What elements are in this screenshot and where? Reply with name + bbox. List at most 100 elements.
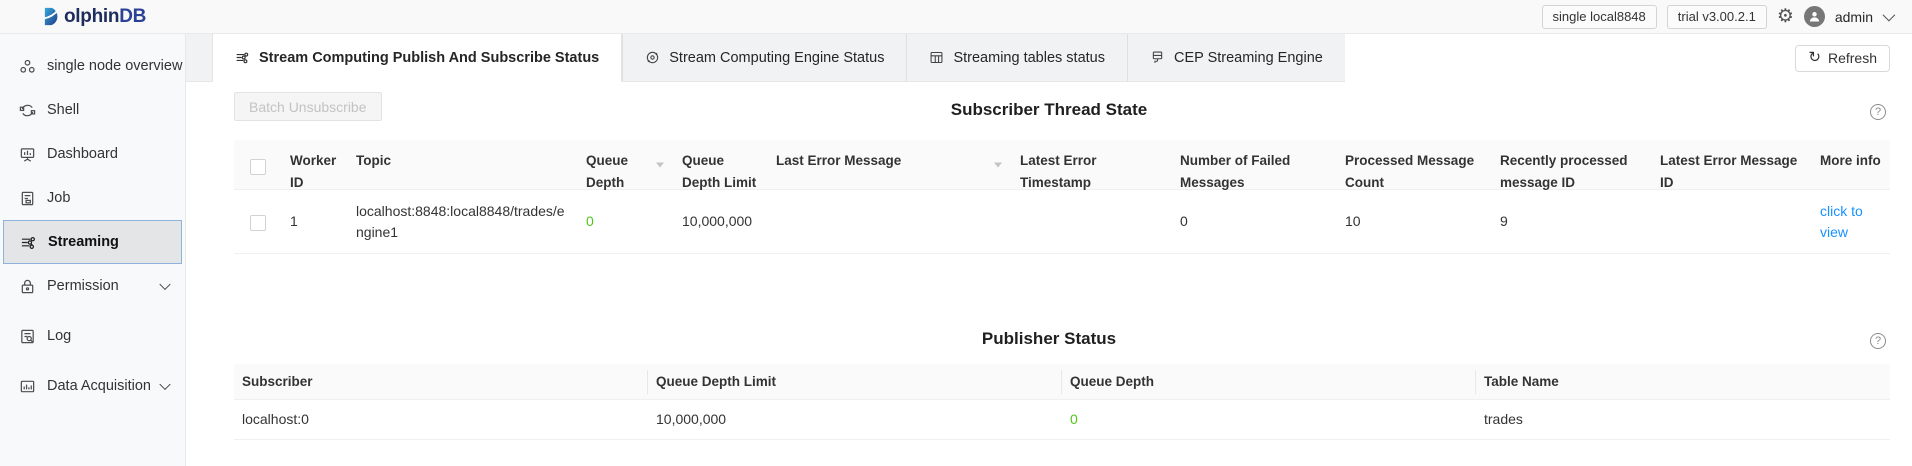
table-row: localhost:0 10,000,000 0 trades [234,400,1890,440]
col-queue-depth: Queue Depth [578,140,674,189]
col-topic: Topic [348,140,578,189]
col-more-info: More info [1812,140,1890,189]
sidebar-item-label: Data Acquisition [47,378,151,394]
tab-label: Streaming tables status [953,50,1105,66]
refresh-icon: ↻ [1808,50,1821,65]
dolphindb-logo[interactable]: olphinDB [42,6,146,28]
chevron-down-icon[interactable] [1883,9,1896,22]
subscriber-table: Worker ID Topic Queue Depth Queue Depth … [234,140,1890,254]
sidebar-item-label: Shell [47,102,79,118]
tabbar-lead-strip [186,34,212,82]
version-badge[interactable]: trial v3.00.2.1 [1667,5,1767,29]
topbar-right: single local8848 trial v3.00.2.1 ⚙ admin [1542,5,1892,29]
refresh-button[interactable]: ↻ Refresh [1795,45,1890,72]
tab-label: Stream Computing Engine Status [669,50,884,66]
cell-topic: localhost:8848:local8848/trades/engine1 [348,190,578,253]
job-icon [18,189,36,207]
sidebar: single node overview Shell Dashboard [0,34,186,466]
sidebar-item-label: Streaming [48,234,119,250]
sidebar-item-single-node-overview[interactable]: single node overview [0,44,185,88]
chevron-down-icon [159,279,170,290]
sidebar-item-log[interactable]: Log [0,314,185,358]
subscriber-table-header: Worker ID Topic Queue Depth Queue Depth … [234,140,1890,190]
sidebar-item-label: Log [47,328,71,344]
sidebar-item-shell[interactable]: Shell [0,88,185,132]
filter-caret-icon[interactable] [994,162,1002,167]
col-queue-depth-limit: Queue Depth Limit [674,140,768,189]
dolphindb-app: olphinDB single local8848 trial v3.00.2.… [0,0,1912,466]
cell-queue-depth: 0 [578,190,674,253]
user-menu[interactable]: admin [1835,9,1873,25]
col-recently-processed-message-id: Recently processed message ID [1492,140,1652,189]
cell-queue-depth-limit: 10,000,000 [648,400,1062,439]
sidebar-item-data-acquisition[interactable]: Data Acquisition [0,364,185,408]
col-latest-error-message-id: Latest Error Message ID [1652,140,1812,189]
top-bar: olphinDB single local8848 trial v3.00.2.… [0,0,1912,34]
col-number-of-failed-messages: Number of Failed Messages [1172,140,1337,189]
publisher-table-header: Subscriber Queue Depth Limit Queue Depth… [234,364,1890,400]
cell-table-name: trades [1476,400,1890,439]
col-processed-message-count: Processed Message Count [1337,140,1492,189]
cell-subscriber: localhost:0 [234,400,648,439]
cluster-icon [18,57,36,75]
help-icon[interactable]: ? [1870,104,1886,120]
pubsub-icon [235,50,250,65]
click-to-view-link[interactable]: click to view [1820,201,1882,242]
dolphindb-logo-icon [42,6,63,27]
col-queue-depth: Queue Depth [1062,364,1476,399]
shell-icon [18,101,36,119]
cell-more-info: click to view [1812,190,1890,253]
main-content: Stream Computing Publish And Subscribe S… [186,34,1912,466]
cell-latest-error-timestamp [1012,190,1172,253]
sidebar-item-streaming[interactable]: Streaming [3,220,182,264]
refresh-label: Refresh [1828,50,1877,66]
node-badge[interactable]: single local8848 [1542,5,1657,29]
col-worker-id: Worker ID [282,140,348,189]
col-table-name: Table Name [1476,364,1890,399]
tab-streaming-tables-status[interactable]: Streaming tables status [906,34,1127,82]
table-row: 1 localhost:8848:local8848/trades/engine… [234,190,1890,254]
cell-recent-message-id: 9 [1492,190,1652,253]
table-icon [929,50,944,65]
dashboard-icon [18,145,36,163]
help-icon[interactable]: ? [1870,333,1886,349]
tab-cep-streaming-engine[interactable]: CEP Streaming Engine [1127,34,1345,82]
sidebar-item-label: Job [47,190,70,206]
tab-pubsub-status[interactable]: Stream Computing Publish And Subscribe S… [212,34,622,82]
logo-wordmark: olphinDB [64,6,146,28]
publisher-status-title: Publisher Status [186,329,1912,349]
tab-label: Stream Computing Publish And Subscribe S… [259,50,599,66]
chevron-down-icon [159,379,170,390]
sidebar-item-label: single node overview [47,58,182,74]
col-last-error-message: Last Error Message [768,140,1012,189]
cell-worker-id: 1 [282,190,348,253]
lock-icon [18,277,36,295]
tab-label: CEP Streaming Engine [1174,50,1323,66]
cep-icon [1150,50,1165,65]
data-acquisition-icon [18,377,36,395]
engine-icon [645,50,660,65]
col-latest-error-timestamp: Latest Error Timestamp [1012,140,1172,189]
publisher-table: Subscriber Queue Depth Limit Queue Depth… [234,364,1890,440]
sidebar-item-permission[interactable]: Permission [0,264,185,308]
cell-last-error-message [768,190,1012,253]
tab-engine-status[interactable]: Stream Computing Engine Status [622,34,906,82]
header-checkbox-cell [234,140,282,189]
col-queue-depth-limit: Queue Depth Limit [648,364,1062,399]
row-checkbox-cell [234,190,282,253]
streaming-icon [19,233,37,251]
cell-queue-depth-limit: 10,000,000 [674,190,768,253]
sidebar-item-label: Dashboard [47,146,118,162]
avatar-icon[interactable] [1804,6,1825,27]
cell-latest-error-message-id [1652,190,1812,253]
sidebar-item-job[interactable]: Job [0,176,185,220]
sidebar-item-dashboard[interactable]: Dashboard [0,132,185,176]
gear-icon[interactable]: ⚙ [1777,7,1794,26]
sort-caret-icon[interactable] [656,162,664,167]
sidebar-item-label: Permission [47,278,119,294]
row-checkbox[interactable] [250,215,266,231]
tab-bar: Stream Computing Publish And Subscribe S… [186,34,1912,82]
select-all-checkbox[interactable] [250,159,266,175]
tabbar-filler: ↻ Refresh [1345,34,1912,82]
subscriber-thread-state-title: Subscriber Thread State [186,100,1912,120]
